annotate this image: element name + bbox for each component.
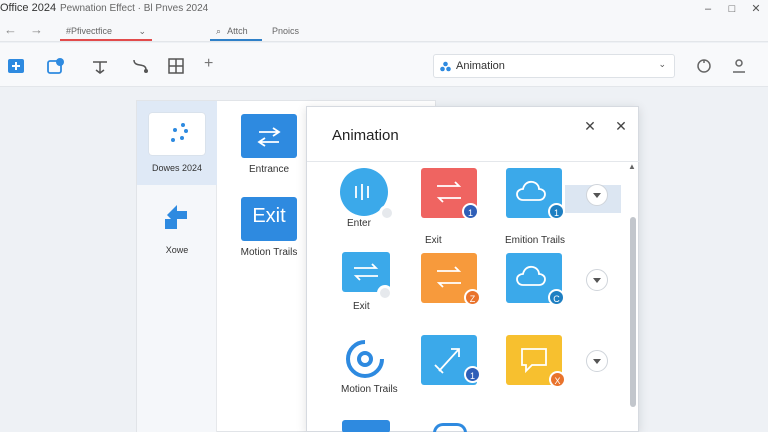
tab-label: #Pfivectfice [66,26,113,36]
order-badge: 1 [462,203,479,220]
sidebar-item-label: Xowe [165,245,189,255]
tab-bar: ← → #Pfivectfice ⌄ ⌕ Attch Pnoics [0,18,768,42]
panel-sidebar: Dowes 2024 Xowe [137,101,217,432]
animation-select[interactable]: Animation ⌄ [433,54,675,78]
partial-effect-tile[interactable] [342,420,390,432]
search-icon: ⌕ [216,26,222,36]
add-button[interactable]: + [204,55,213,73]
sidebar-item-label: Dowes 2024 [151,163,203,173]
order-badge: C [548,289,565,306]
expand-row-button[interactable] [586,184,608,206]
tab-pfivectfice[interactable]: #Pfivectfice ⌄ [60,21,152,41]
swap-arrows-icon [257,127,281,147]
status-dot [377,285,393,301]
order-badge: X [549,371,566,388]
maximize-button[interactable]: □ [720,2,744,16]
layout-icon[interactable] [6,56,26,76]
dialog-title: Animation [332,127,399,144]
exit-tile-text: Exit [252,205,286,227]
animation-icon [440,61,451,72]
minimize-button[interactable]: – [696,2,720,16]
back-button[interactable]: ← [4,22,17,37]
expand-row-button[interactable] [586,350,608,372]
animation-select-value: Animation [456,60,505,72]
scroll-up-arrow[interactable]: ▲ [628,162,636,171]
entrance-tile[interactable] [241,114,297,158]
partial-round-icon[interactable] [433,423,467,432]
transition-icon [165,205,187,229]
effect-label: Motion Trails [341,384,398,395]
grid-icon[interactable] [166,56,186,76]
animation-dialog: Animation ✕ ✕ Enter 1 Exit 1 Emition Tra… [306,106,640,432]
spin-icon [346,340,384,378]
scroll-thumb[interactable] [630,217,636,407]
motion-trails-label: Motion Trails [240,247,298,258]
effect-label: Exit [425,235,442,246]
status-dot [379,205,395,221]
effect-label: Enter [347,218,371,229]
order-badge: 1 [548,203,565,220]
order-badge: 1 [464,366,481,383]
tab-label: Attch [227,26,248,36]
close-window-button[interactable]: ✕ [744,2,768,16]
tab-pnoics[interactable]: Pnoics [266,21,338,41]
sidebar-item-xowe[interactable]: Xowe [137,191,217,275]
motion-path-icon[interactable] [90,56,110,76]
scrollbar[interactable]: ▲ [627,162,639,432]
animation-pane-icon[interactable] [46,56,66,76]
chevron-down-icon: ⌄ [658,59,666,69]
curve-path-icon[interactable] [130,56,150,76]
motion-trails-effect[interactable] [341,335,389,383]
tab-label: Pnoics [272,26,300,36]
entrance-label: Entrance [248,164,290,175]
exit-tile[interactable]: Exit [241,197,297,241]
app-title: Office 2024 [0,2,57,14]
divider [307,161,640,162]
sidebar-item-dowes[interactable]: Dowes 2024 [137,101,217,185]
document-title: Pewnation Effect · Bl Pnves 2024 [60,3,209,14]
chevron-down-icon: ⌄ [138,26,146,36]
slide-thumbnail [149,113,205,155]
effect-label: Emition Trails [505,235,566,246]
ribbon-toolbar: + Animation ⌄ [0,43,768,87]
timer-icon[interactable] [694,56,714,76]
expand-row-button[interactable] [586,269,608,291]
user-icon[interactable] [729,56,749,76]
forward-button[interactable]: → [30,22,43,37]
close-icon[interactable]: ✕ [581,118,599,135]
close-dialog-button[interactable]: ✕ [612,118,630,135]
tab-attch[interactable]: ⌕ Attch [210,21,262,41]
order-badge: Z [464,289,481,306]
dots-icon [171,123,188,142]
title-bar: Office 2024 Pewnation Effect · Bl Pnves … [0,0,768,18]
effect-label: Exit [353,301,370,312]
